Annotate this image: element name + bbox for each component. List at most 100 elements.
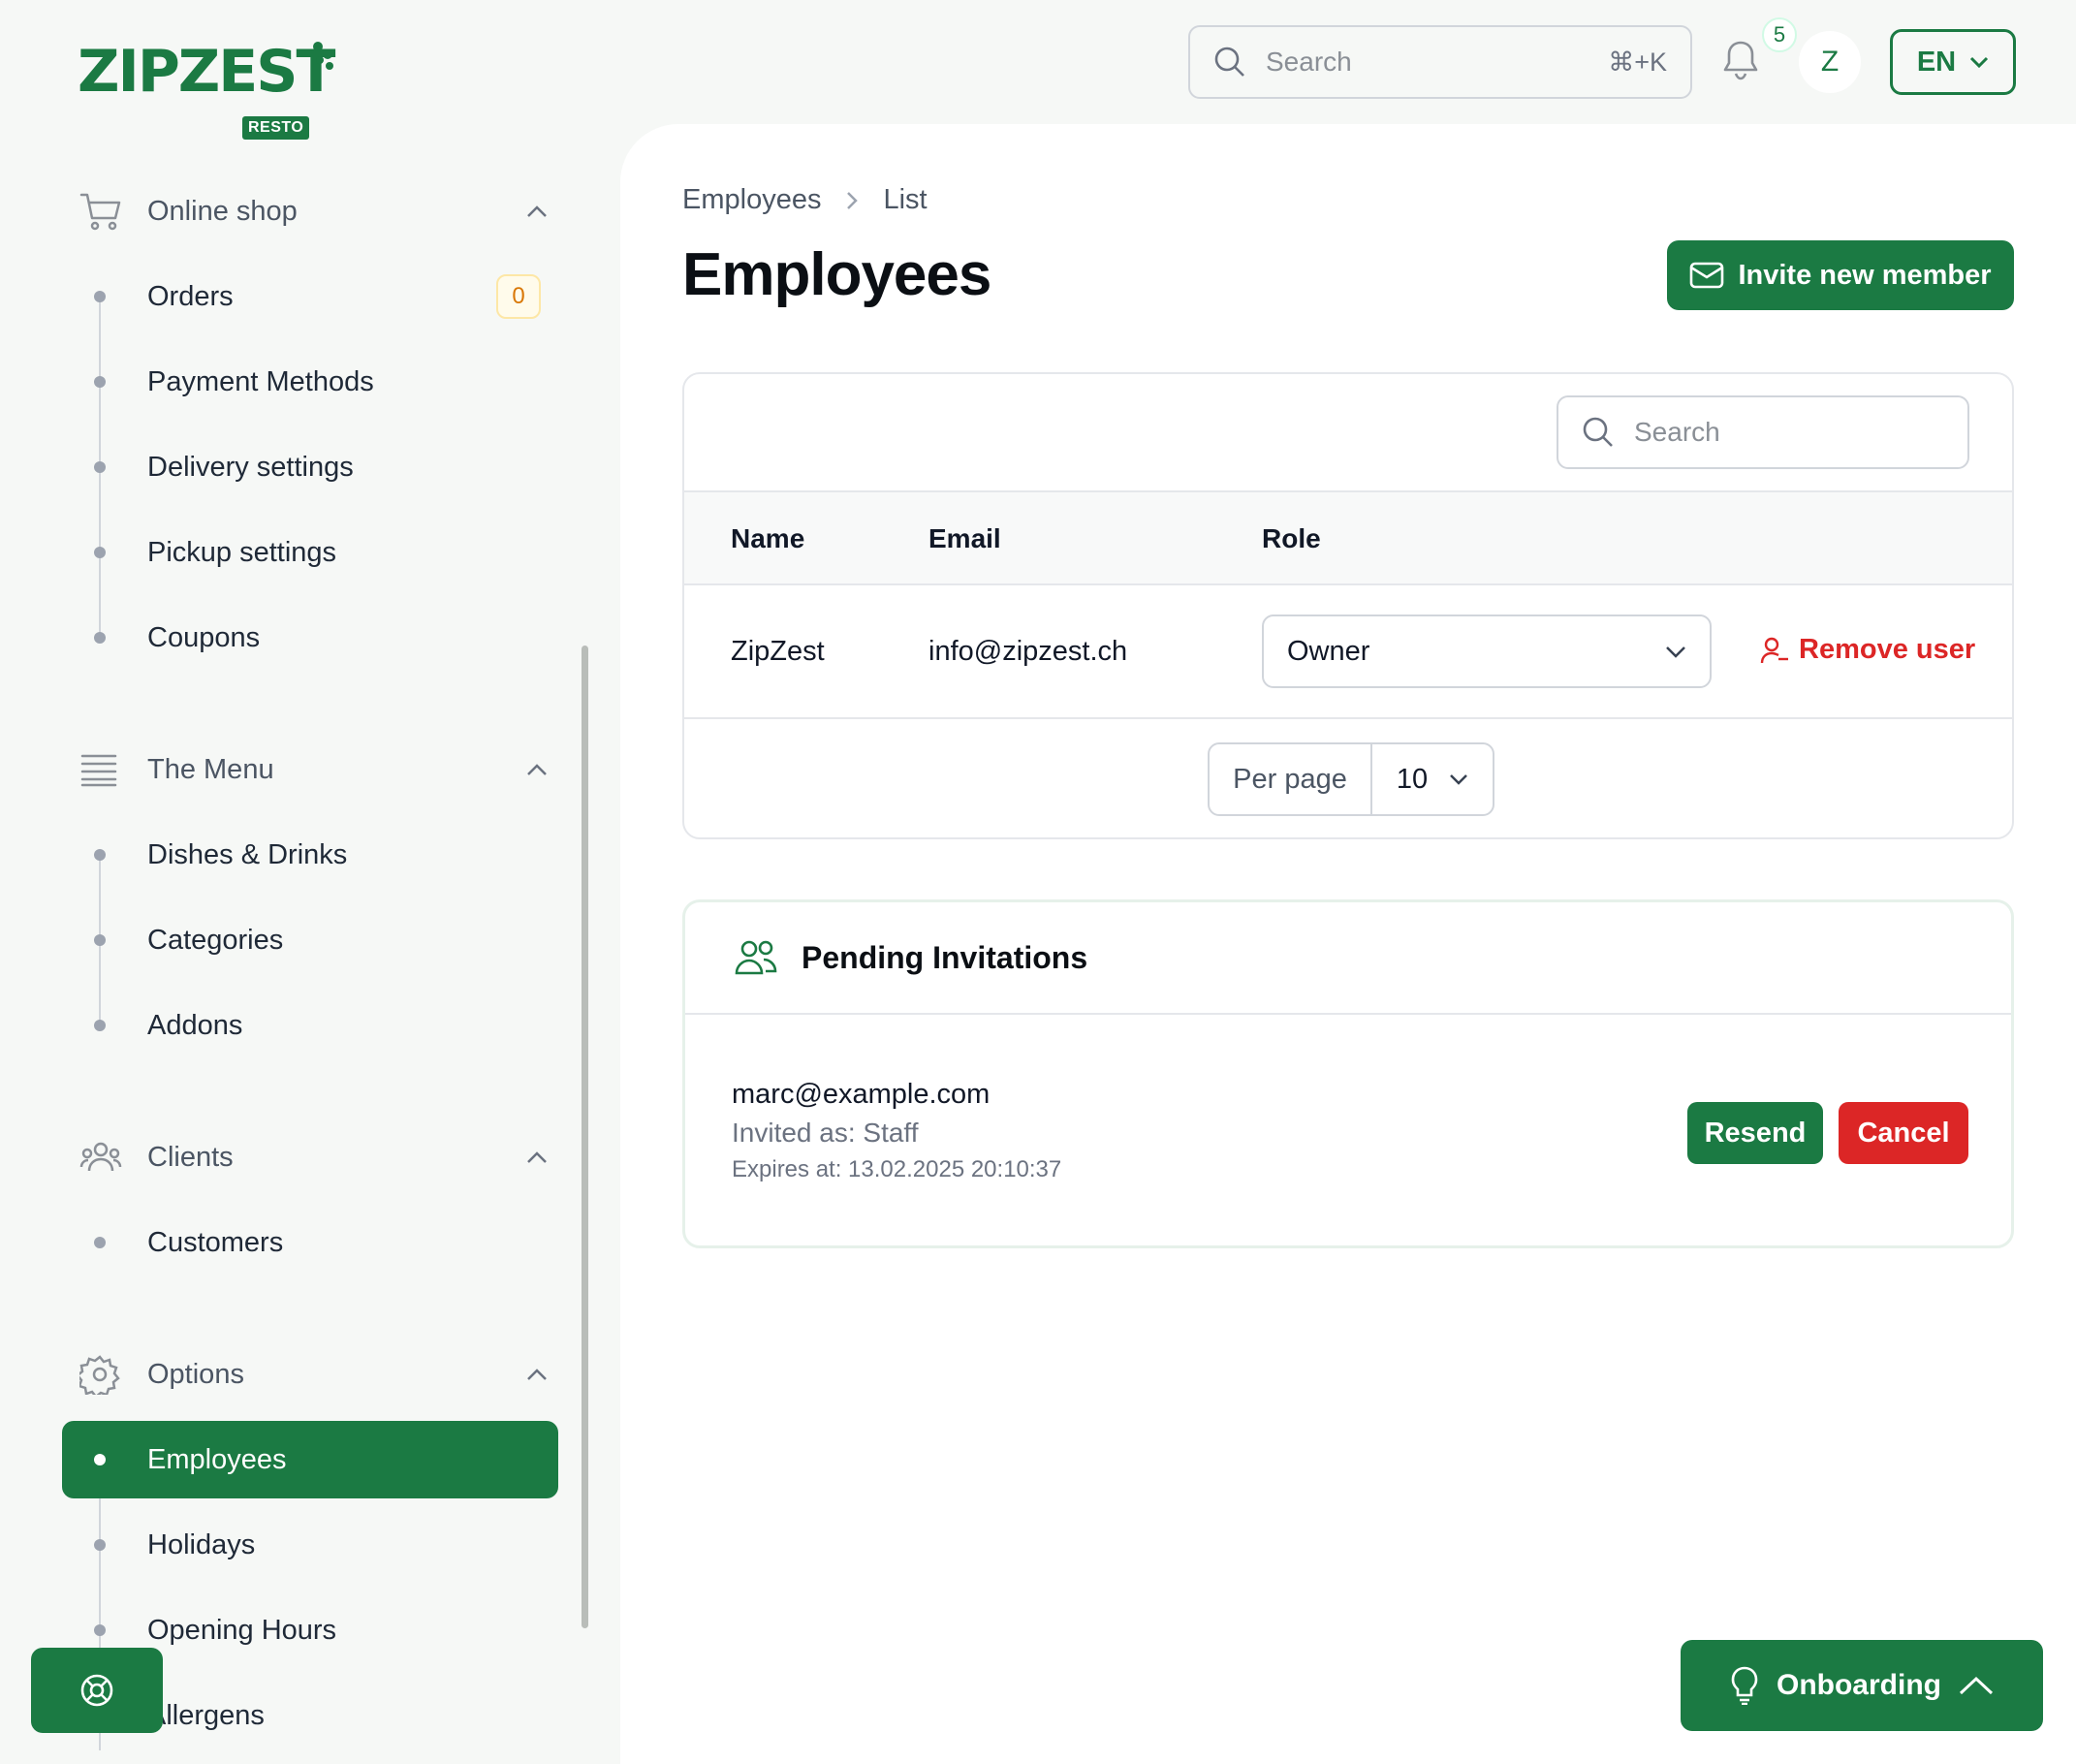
brand-logo[interactable]: ZIPZEST RESTO: [78, 38, 335, 140]
table-row: ZipZest info@zipzest.ch Owner Remove use…: [684, 585, 2012, 719]
search-placeholder: Search: [1266, 47, 1352, 77]
sidebar-item-employees[interactable]: Employees: [62, 1421, 558, 1498]
column-header-role[interactable]: Role: [1262, 523, 1321, 554]
bullet: [94, 934, 106, 946]
sidebar-item-label: Categories: [147, 924, 284, 956]
remove-user-label: Remove user: [1799, 634, 1976, 665]
sidebar-item-customers[interactable]: Customers: [62, 1204, 558, 1281]
pending-invitations-card: Pending Invitations marc@example.com Inv…: [682, 899, 2014, 1248]
invitation-expiry: Expires at: 13.02.2025 20:10:37: [732, 1156, 1062, 1182]
invite-new-member-button[interactable]: Invite new member: [1667, 240, 2014, 310]
sidebar: ZIPZEST RESTO Online shop Orders 0 Payme…: [0, 0, 620, 1764]
search-icon: [1213, 46, 1246, 79]
per-page-label: Per page: [1210, 744, 1372, 814]
sidebar-item-payment-methods[interactable]: Payment Methods: [62, 343, 558, 421]
nav-group-label: Options: [147, 1358, 244, 1390]
table-header: Name Email Role: [684, 490, 2012, 585]
column-header-email[interactable]: Email: [928, 523, 1001, 554]
sidebar-item-holidays[interactable]: Holidays: [62, 1506, 558, 1584]
sidebar-item-label: Holidays: [147, 1528, 256, 1560]
nav-group-clients[interactable]: Clients: [62, 1118, 556, 1196]
cell-name: ZipZest: [731, 636, 825, 667]
bullet: [94, 1539, 106, 1551]
sidebar-item-label: Employees: [147, 1443, 287, 1475]
resend-button[interactable]: Resend: [1687, 1102, 1823, 1164]
employees-table-card: Search Name Email Role ZipZest info@zipz…: [682, 372, 2014, 839]
search-placeholder: Search: [1634, 417, 1720, 447]
chevron-up-icon[interactable]: [518, 1150, 556, 1164]
breadcrumb-parent[interactable]: Employees: [682, 184, 821, 216]
nav-group-online-shop[interactable]: Online shop: [62, 173, 556, 250]
language-select[interactable]: EN: [1890, 29, 2016, 95]
bullet: [94, 1454, 106, 1465]
chevron-right-icon: [846, 191, 859, 210]
chevron-down-icon: [1666, 646, 1685, 658]
lifebuoy-icon: [80, 1674, 113, 1707]
sidebar-item-label: Allergens: [147, 1699, 265, 1731]
role-select[interactable]: Owner: [1262, 614, 1712, 688]
sidebar-item-addons[interactable]: Addons: [62, 987, 558, 1064]
sidebar-item-label: Pickup settings: [147, 536, 337, 568]
pending-invitations-header: Pending Invitations: [685, 902, 2011, 1015]
lightbulb-icon: [1731, 1666, 1758, 1705]
nav-group-label: Online shop: [147, 195, 298, 227]
chevron-down-icon: [1450, 774, 1468, 785]
leaf-icon: [313, 42, 333, 70]
remove-user-button[interactable]: Remove user: [1760, 634, 1975, 666]
search-shortcut: ⌘+K: [1608, 47, 1667, 77]
cancel-button[interactable]: Cancel: [1839, 1102, 1968, 1164]
invitation-email: marc@example.com: [732, 1079, 991, 1110]
nav-group-options[interactable]: Options: [62, 1336, 556, 1413]
sidebar-item-orders[interactable]: Orders 0: [62, 258, 558, 335]
bullet: [94, 547, 106, 558]
bullet: [94, 376, 106, 388]
sidebar-item-label: Customers: [147, 1226, 284, 1258]
table-search-input[interactable]: Search: [1557, 395, 1969, 469]
sidebar-item-label: Coupons: [147, 621, 261, 653]
bullet: [94, 1624, 106, 1636]
bullet: [94, 632, 106, 644]
bell-icon[interactable]: [1721, 39, 1760, 86]
main-content: Employees List Employees Invite new memb…: [620, 124, 2076, 1764]
chevron-up-icon: [1959, 1676, 1994, 1695]
global-search[interactable]: Search ⌘+K: [1188, 25, 1692, 99]
help-button[interactable]: [31, 1648, 163, 1733]
mail-icon: [1690, 262, 1724, 289]
users-icon: [62, 1138, 140, 1177]
per-page-value-wrap[interactable]: 10: [1372, 764, 1493, 796]
bullet: [94, 291, 106, 302]
column-header-name[interactable]: Name: [731, 523, 804, 554]
onboarding-button[interactable]: Onboarding: [1681, 1640, 2043, 1731]
nav-group-label: Clients: [147, 1141, 234, 1173]
bullet: [94, 1237, 106, 1248]
sidebar-item-label: Opening Hours: [147, 1614, 337, 1646]
sidebar-item-label: Payment Methods: [147, 365, 374, 397]
chevron-up-icon[interactable]: [518, 763, 556, 776]
nav-group-the-menu[interactable]: The Menu: [62, 731, 556, 808]
pending-invitations-title: Pending Invitations: [802, 939, 1088, 975]
invitation-role: Invited as: Staff: [732, 1118, 919, 1148]
sidebar-item-categories[interactable]: Categories: [62, 901, 558, 979]
chevron-up-icon[interactable]: [518, 1368, 556, 1381]
chevron-up-icon[interactable]: [518, 205, 556, 218]
sidebar-item-delivery-settings[interactable]: Delivery settings: [62, 428, 558, 506]
sidebar-item-dishes-drinks[interactable]: Dishes & Drinks: [62, 816, 558, 894]
sidebar-item-label: Delivery settings: [147, 451, 354, 483]
language-label: EN: [1916, 46, 1957, 78]
breadcrumb-current: List: [883, 184, 928, 215]
sidebar-item-coupons[interactable]: Coupons: [62, 599, 558, 677]
orders-count-badge: 0: [496, 274, 541, 319]
sidebar-scrollbar[interactable]: [582, 646, 588, 1628]
bullet: [94, 1020, 106, 1031]
sidebar-item-label: Dishes & Drinks: [147, 838, 348, 870]
bullet: [94, 461, 106, 473]
users-icon: [735, 940, 777, 975]
sidebar-item-pickup-settings[interactable]: Pickup settings: [62, 514, 558, 591]
per-page-select[interactable]: Per page 10: [1208, 742, 1494, 816]
brand-badge: RESTO: [242, 116, 310, 140]
search-icon: [1583, 417, 1613, 447]
bullet: [94, 849, 106, 861]
avatar[interactable]: Z: [1799, 31, 1861, 93]
brand-name: ZIPZEST: [78, 38, 335, 106]
cell-email: info@zipzest.ch: [928, 636, 1128, 667]
